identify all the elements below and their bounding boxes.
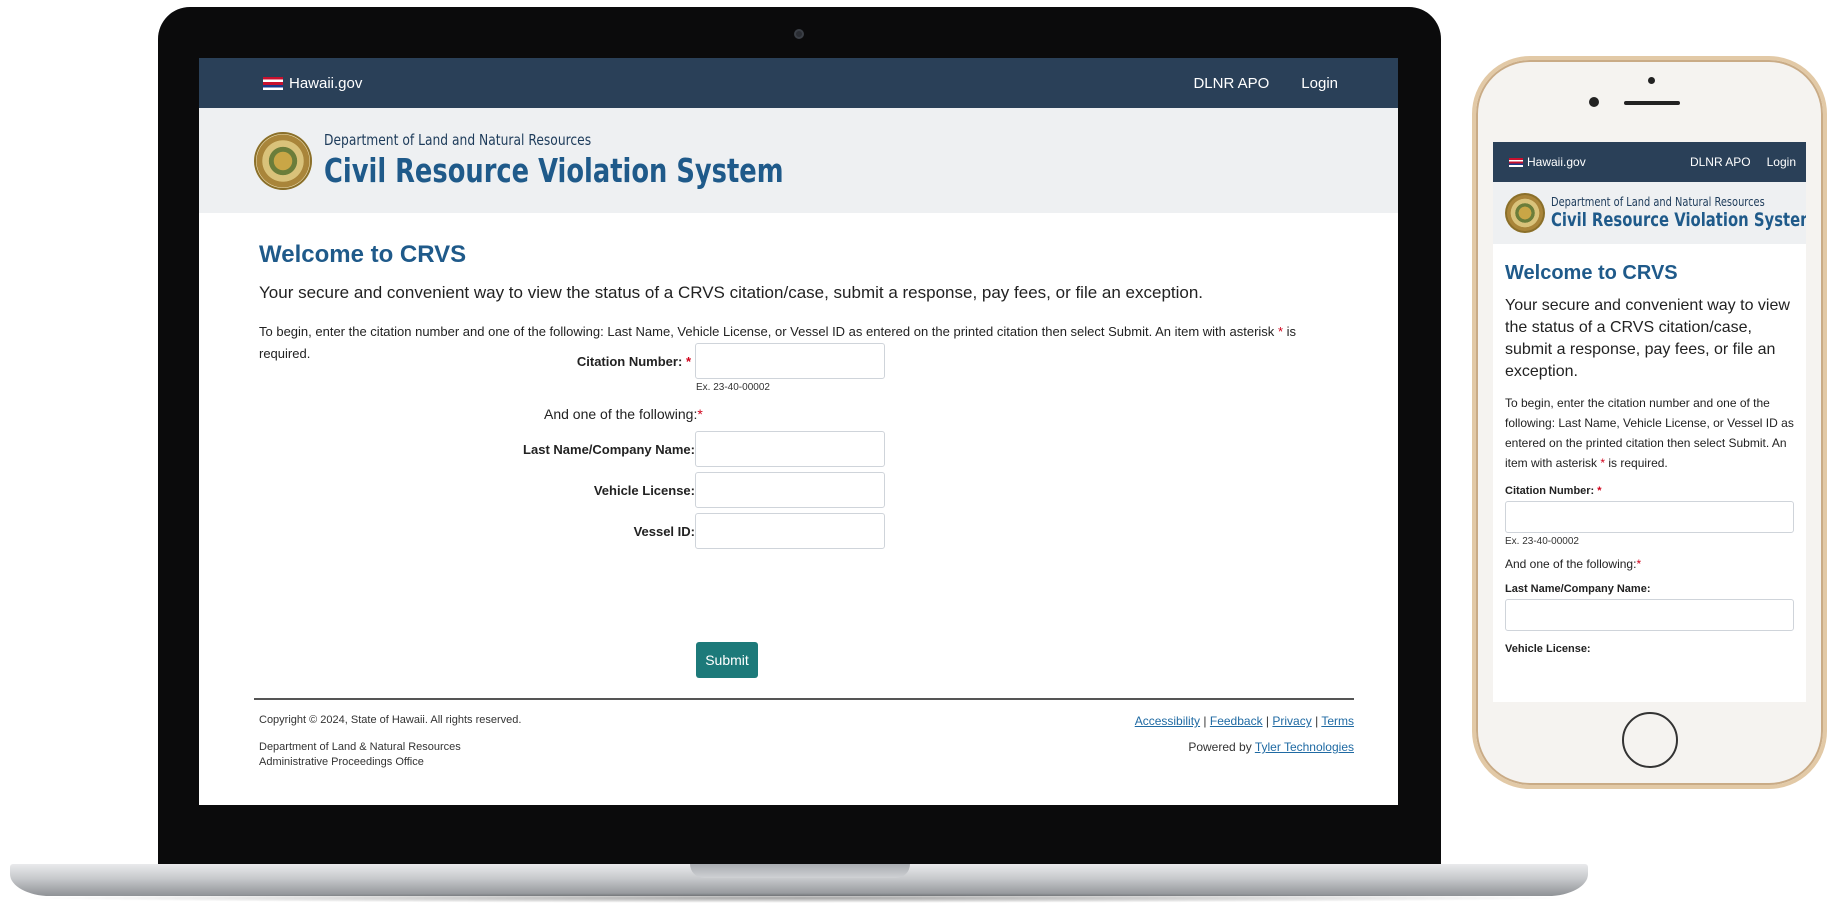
laptop-shadow [20,893,1580,903]
hawaii-flag-icon [263,77,283,91]
citation-hint: Ex. 23-40-00002 [696,382,770,393]
vehicle-license-label: Vehicle License: [593,482,695,498]
phone-front-camera [1589,97,1599,107]
mobile-hawaii-flag-icon [1509,158,1523,168]
hawaii-gov-link[interactable]: Hawaii.gov [263,75,362,92]
mobile-top-bar: Hawaii.gov DLNR APO Login [1493,142,1806,182]
footer: Copyright © 2024, State of Hawaii. All r… [254,698,1354,768]
phone-sensor [1648,77,1655,84]
vessel-id-input[interactable] [695,513,885,549]
mobile-hawaii-gov-link[interactable]: Hawaii.gov [1509,155,1586,169]
dlnr-apo-link[interactable]: DLNR APO [1193,75,1269,92]
last-name-input[interactable] [695,431,885,467]
citation-label: Citation Number: * [576,353,691,369]
login-link[interactable]: Login [1301,75,1338,92]
mobile-citation-hint: Ex. 23-40-00002 [1505,536,1579,547]
one-of-label: And one of the following:* [544,406,703,422]
last-name-row: Last Name/Company Name: [491,431,885,467]
laptop-notch [690,864,910,878]
vessel-row: Vessel ID: [491,513,885,549]
mobile-last-name-input[interactable] [1505,599,1794,631]
tyler-technologies-link[interactable]: Tyler Technologies [1255,740,1354,754]
phone-home-button[interactable] [1622,712,1678,768]
feedback-link[interactable]: Feedback [1210,714,1263,728]
state-seal-icon [254,131,312,190]
mobile-instructions-text: To begin, enter the citation number and … [1505,396,1794,470]
page-title: Welcome to CRVS [259,241,467,268]
vehicle-row: Vehicle License: [491,472,885,508]
mobile-page-title: Welcome to CRVS [1505,262,1678,284]
lead-text: Your secure and convenient way to view t… [259,283,1204,302]
footer-links: Accessibility | Feedback | Privacy | Ter… [1134,714,1354,728]
phone-screen: Hawaii.gov DLNR APO Login Department of … [1493,142,1806,702]
laptop-camera [794,29,804,39]
copyright-text: Copyright © 2024, State of Hawaii. All r… [259,714,522,726]
vessel-id-label: Vessel ID: [633,523,695,539]
accessibility-link[interactable]: Accessibility [1135,714,1200,728]
footer-department: Department of Land & Natural Resources A… [259,741,461,768]
mobile-citation-label: Citation Number: * [1505,485,1602,497]
required-asterisk: * [1277,324,1283,339]
terms-link[interactable]: Terms [1321,714,1354,728]
powered-by: Powered by Tyler Technologies [1188,740,1354,754]
mobile-last-name-label: Last Name/Company Name: [1505,583,1651,595]
mobile-one-of-label: And one of the following:* [1505,557,1642,571]
mobile-login-link[interactable]: Login [1767,155,1796,169]
laptop-screen: Hawaii.gov DLNR APO Login Department of … [199,58,1398,805]
citation-number-input[interactable] [695,343,885,379]
mobile-state-seal-icon [1505,193,1545,233]
mobile-brand-header: Department of Land and Natural Resources… [1493,182,1806,244]
mobile-vehicle-license-label: Vehicle License: [1505,643,1591,655]
mobile-dlnr-apo-link[interactable]: DLNR APO [1690,155,1751,169]
top-bar: Hawaii.gov DLNR APO Login [199,58,1398,108]
submit-button[interactable]: Submit [696,642,758,678]
mobile-content: Welcome to CRVS Your secure and convenie… [1493,262,1806,655]
mobile-citation-number-input[interactable] [1505,501,1794,533]
mobile-department-name: Department of Land and Natural Resources [1551,195,1765,209]
citation-row: Citation Number: * [491,343,885,379]
phone-speaker [1624,101,1680,105]
vehicle-license-input[interactable] [695,472,885,508]
privacy-link[interactable]: Privacy [1272,714,1311,728]
last-name-label: Last Name/Company Name: [523,441,695,457]
department-name: Department of Land and Natural Resources [324,131,592,149]
brand-header: Department of Land and Natural Resources… [199,108,1398,213]
system-name[interactable]: Civil Resource Violation System [324,151,784,190]
mobile-lead-text: Your secure and convenient way to view t… [1505,297,1790,380]
mobile-system-name[interactable]: Civil Resource Violation System [1551,209,1806,231]
